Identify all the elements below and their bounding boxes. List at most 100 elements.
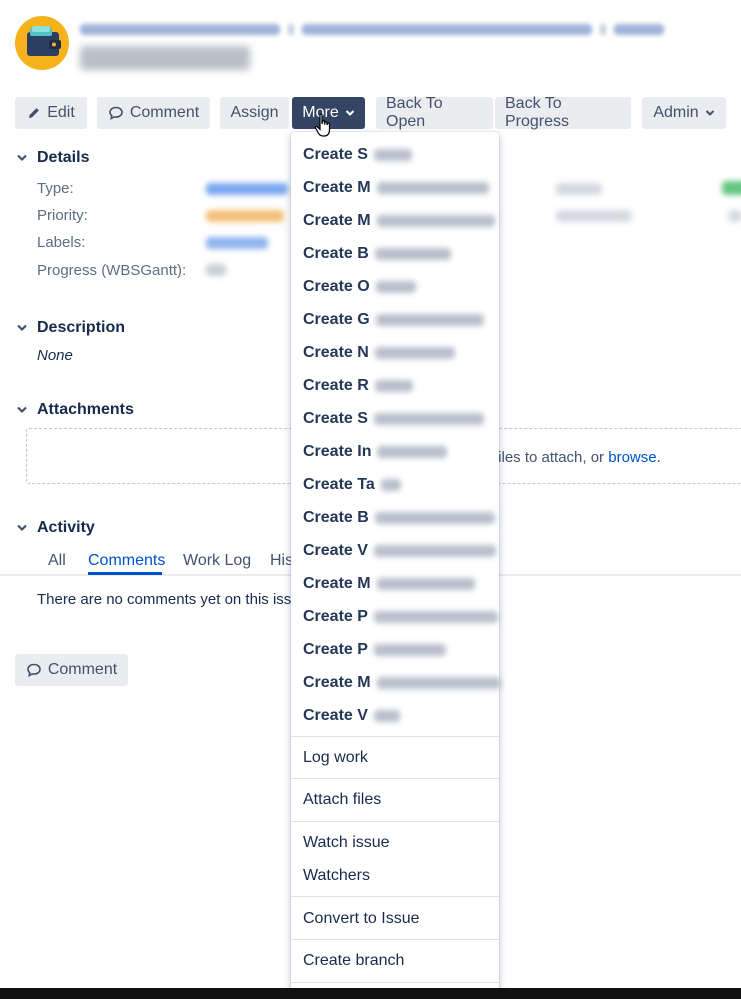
comment-button[interactable]: Comment [97,97,210,129]
more-dropdown-menu: Create S Create M Create M Create B Crea… [291,132,501,992]
redacted-text [374,511,495,524]
menu-item-create[interactable]: Create V [303,707,400,725]
menu-item-create[interactable]: Create M [303,179,489,197]
menu-item-create[interactable]: Create O [303,278,416,296]
redacted-text [375,313,484,326]
resolution-value [728,210,741,222]
breadcrumb-issue-key[interactable] [614,23,664,35]
tab-work-log[interactable]: Work Log [183,552,251,570]
menu-item-create[interactable]: Create M [303,575,475,593]
breadcrumb-separator [288,23,294,35]
chevron-down-icon [345,110,354,116]
menu-item-create[interactable]: Create S [303,146,412,164]
redacted-text [373,643,446,656]
hand-cursor-icon [314,113,334,143]
menu-item-create[interactable]: Create M [303,674,501,692]
redacted-text [376,214,495,227]
menu-divider [291,736,499,737]
menu-item-create[interactable]: Create B [303,509,495,527]
tab-all[interactable]: All [48,552,66,570]
menu-item-watch-issue[interactable]: Watch issue [303,834,390,852]
priority-value [206,210,284,222]
browse-link[interactable]: browse. [608,449,661,466]
back-to-progress-label: Back To Progress [505,95,570,130]
breadcrumb-separator [600,23,606,35]
pencil-icon [29,108,40,118]
comment-bottom-button[interactable]: Comment [15,654,128,686]
menu-divider [291,821,499,822]
chevron-down-icon [15,321,29,335]
back-to-progress-button[interactable]: Back To Progress [495,95,631,130]
breadcrumb-project[interactable] [80,23,280,35]
chevron-down-icon [705,110,714,116]
attachments-section-toggle[interactable]: Attachments [15,401,134,419]
details-heading: Details [37,149,90,166]
chevron-down-icon [15,151,29,165]
breadcrumb-parent[interactable] [302,23,592,35]
menu-item-watchers[interactable]: Watchers [303,867,370,885]
active-tab-indicator [88,572,162,575]
redacted-text [374,379,413,392]
menu-item-convert-to-issue[interactable]: Convert to Issue [303,910,420,928]
page-title [80,46,250,70]
redacted-text [373,544,496,557]
admin-button[interactable]: Admin [642,97,726,129]
menu-divider [291,896,499,897]
wallet-icon [27,26,61,56]
project-avatar[interactable] [15,16,69,70]
progress-label: Progress (WBSGantt): [37,262,187,279]
menu-item-create[interactable]: Create In [303,443,448,461]
type-label: Type: [37,180,74,197]
description-value[interactable]: None [37,347,73,364]
back-to-open-label: Back To Open [386,95,443,130]
details-section-toggle[interactable]: Details [15,149,89,167]
menu-item-create[interactable]: Create R [303,377,413,395]
breadcrumb[interactable] [80,20,664,38]
menu-divider [291,982,499,983]
priority-label: Priority: [37,207,88,224]
labels-value[interactable] [206,237,268,249]
description-heading: Description [37,319,126,336]
attachments-heading: Attachments [37,401,134,418]
assign-button-label: Assign [230,104,279,121]
menu-item-attach-files[interactable]: Attach files [303,791,381,809]
menu-item-create[interactable]: Create S [303,410,484,428]
activity-heading: Activity [37,519,95,536]
redacted-text [377,445,448,458]
redacted-text [376,181,489,194]
tab-history[interactable]: His [270,552,293,570]
menu-item-create[interactable]: Create M [303,212,495,230]
chevron-down-icon [15,521,29,535]
redacted-text [373,709,400,722]
menu-item-create[interactable]: Create V [303,542,496,560]
menu-item-create[interactable]: Create P [303,608,498,626]
menu-item-create[interactable]: Create B [303,245,451,263]
comment-icon [27,663,41,678]
menu-divider [291,778,499,779]
activity-section-toggle[interactable]: Activity [15,519,95,537]
menu-item-log-work[interactable]: Log work [303,749,368,767]
redacted-text [376,676,501,689]
menu-item-create[interactable]: Create Ta [303,476,401,494]
edit-button-label: Edit [47,104,75,121]
admin-button-label: Admin [653,104,699,121]
menu-item-create[interactable]: Create P [303,641,446,659]
menu-item-create-branch[interactable]: Create branch [303,952,404,970]
comment-button-label: Comment [129,104,200,121]
assign-button[interactable]: Assign [220,97,289,129]
edit-button[interactable]: Edit [15,97,87,129]
redacted-text [374,247,451,260]
menu-item-create[interactable]: Create N [303,344,455,362]
menu-item-create[interactable]: Create G [303,311,484,329]
redacted-text [380,478,401,491]
tab-comments[interactable]: Comments [88,552,165,570]
redacted-text [375,280,416,293]
redacted-text [373,148,412,161]
status-label [556,183,602,195]
description-section-toggle[interactable]: Description [15,319,125,337]
redacted-text [373,610,498,623]
resolution-label [556,210,632,222]
comment-icon [109,106,123,121]
back-to-open-button[interactable]: Back To Open [376,95,493,130]
type-value [206,183,288,195]
